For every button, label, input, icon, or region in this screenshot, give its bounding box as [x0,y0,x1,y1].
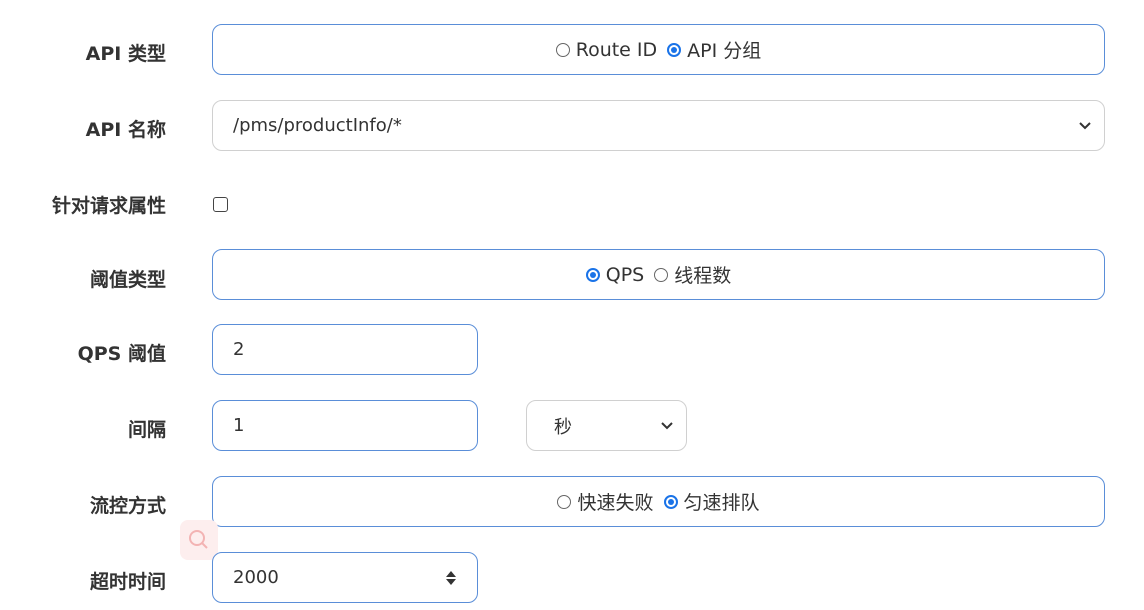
api-type-option-api-group[interactable]: API 分组 [667,36,761,63]
api-name-select[interactable]: /pms/productInfo/* [212,100,1105,151]
threshold-type-label: 阈值类型 [89,269,166,291]
radio-icon[interactable] [555,42,570,57]
timeout-label: 超时时间 [89,571,166,593]
qps-threshold-value: 2 [233,339,245,360]
interval-label: 间隔 [127,419,166,441]
flow-mode-option-queue[interactable]: 匀速排队 [663,488,760,515]
flow-mode-option-fast-fail[interactable]: 快速失败 [557,488,654,515]
spinner-arrows-icon[interactable] [445,568,457,588]
interval-input[interactable]: 1 [212,400,478,451]
api-type-option-route-id[interactable]: Route ID [555,38,658,61]
floating-search-button[interactable] [180,520,218,560]
timeout-value: 2000 [233,567,279,588]
radio-selected-icon[interactable] [667,42,682,57]
threshold-type-option-label: QPS [605,263,645,286]
interval-value: 1 [233,415,245,436]
api-type-option-label: API 分组 [687,40,762,62]
threshold-type-option-label: 线程数 [674,265,732,287]
request-attr-label: 针对请求属性 [51,195,166,217]
threshold-type-option-threads[interactable]: 线程数 [654,261,731,288]
api-type-label: API 类型 [85,43,166,65]
radio-icon[interactable] [654,267,669,282]
api-type-radio-group: Route ID API 分组 [212,24,1105,75]
search-icon [189,530,208,549]
threshold-type-option-qps[interactable]: QPS [585,263,645,286]
interval-unit-value: 秒 [554,416,572,438]
interval-unit-select[interactable]: 秒 [526,400,687,451]
qps-threshold-input[interactable]: 2 [212,324,478,375]
flow-mode-option-label: 快速失败 [577,492,654,514]
threshold-type-radio-group: QPS 线程数 [212,249,1105,300]
flow-mode-radio-group: 快速失败 匀速排队 [212,476,1105,527]
qps-threshold-label: QPS 阈值 [77,343,166,365]
radio-icon[interactable] [557,494,572,509]
request-attr-checkbox[interactable] [213,197,228,212]
api-type-option-label: Route ID [575,38,658,61]
chevron-down-icon [661,421,673,429]
timeout-input[interactable]: 2000 [212,552,478,603]
api-name-label: API 名称 [85,119,166,141]
api-name-value: /pms/productInfo/* [233,115,402,136]
flow-mode-label: 流控方式 [89,495,166,517]
radio-selected-icon[interactable] [585,267,600,282]
flow-mode-option-label: 匀速排队 [683,492,760,514]
radio-selected-icon[interactable] [663,494,678,509]
chevron-down-icon [1079,121,1091,129]
